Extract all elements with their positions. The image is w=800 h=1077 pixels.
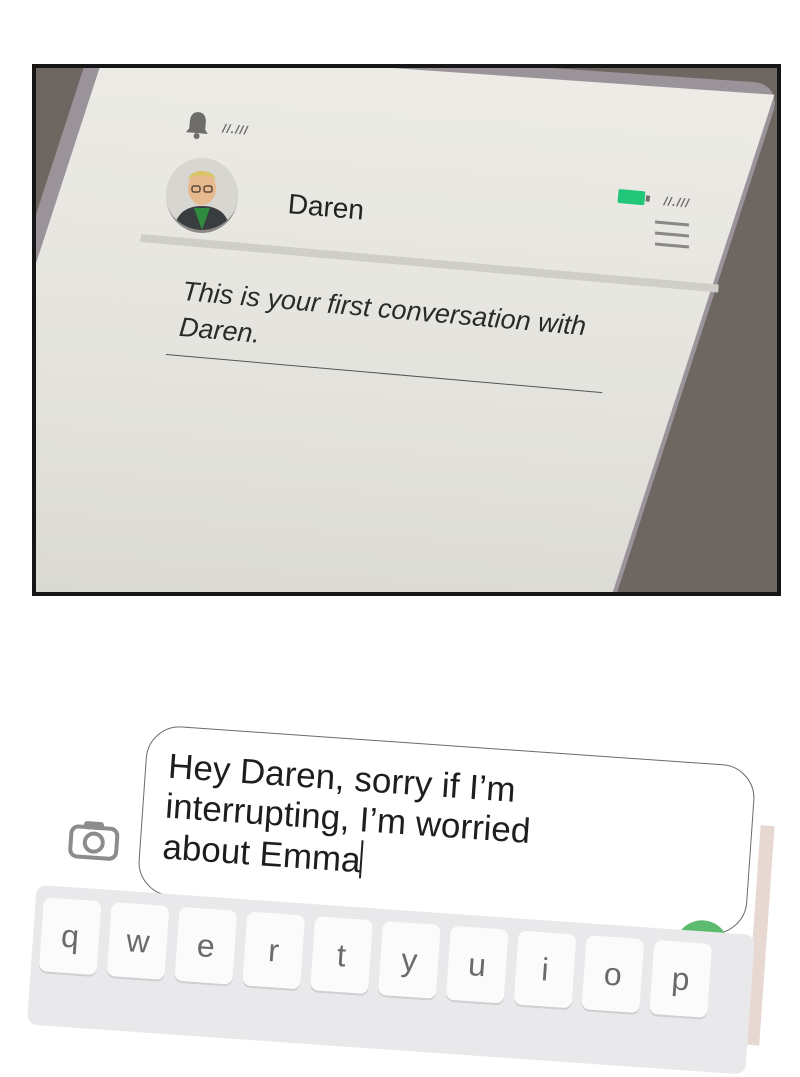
empty-conversation-text: This is your first conversation with Dar… [177, 275, 588, 349]
bell-icon [185, 112, 208, 140]
chat-screen: //./// //./// Daren This is your first c… [36, 68, 777, 592]
key-r[interactable]: r [242, 911, 306, 990]
avatar[interactable] [166, 158, 238, 233]
signal-glyphs-right: //./// [663, 194, 691, 211]
hamburger-menu-icon[interactable] [651, 218, 693, 252]
camera-icon[interactable] [67, 817, 122, 863]
avatar-portrait [166, 158, 238, 230]
compose-area: Hey Daren, sorry if I’m interrupting, I’… [0, 700, 800, 1075]
signal-glyphs-left: //./// [221, 121, 249, 138]
contact-name: Daren [286, 188, 366, 226]
compose-rotator: Hey Daren, sorry if I’m interrupting, I’… [0, 672, 800, 1075]
key-y[interactable]: y [377, 920, 441, 999]
key-u[interactable]: u [445, 925, 509, 1004]
key-o[interactable]: o [581, 935, 645, 1014]
key-t[interactable]: t [310, 916, 374, 995]
key-p[interactable]: p [649, 939, 713, 1018]
battery-icon [617, 189, 651, 206]
comic-panel: //./// //./// Daren This is your first c… [32, 64, 781, 596]
message-text[interactable]: Hey Daren, sorry if I’m interrupting, I’… [161, 747, 588, 897]
key-q[interactable]: q [38, 897, 102, 976]
key-i[interactable]: i [513, 930, 577, 1009]
status-bar: //./// //./// [180, 108, 777, 230]
key-w[interactable]: w [106, 902, 170, 980]
message-text-content: Hey Daren, sorry if I’m interrupting, I’… [161, 746, 532, 881]
key-e[interactable]: e [174, 906, 238, 985]
